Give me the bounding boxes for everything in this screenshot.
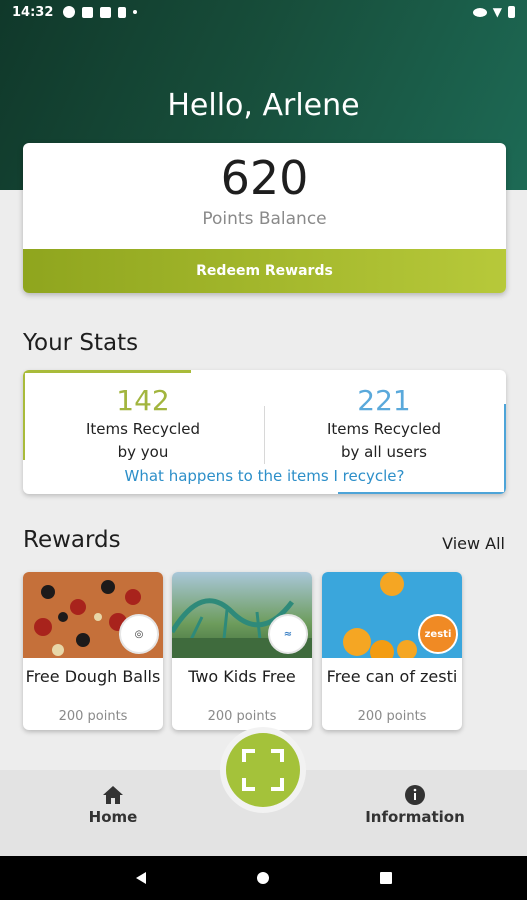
reward-points: 200 points bbox=[58, 709, 128, 724]
stat-label: Items Recycled bbox=[86, 420, 200, 438]
reward-card-dough-balls[interactable]: ◎ Free Dough Balls 200 points bbox=[23, 572, 163, 730]
theme-park-image: ≈ bbox=[172, 572, 312, 658]
home-icon bbox=[103, 786, 123, 804]
reward-title: Two Kids Free bbox=[188, 667, 296, 686]
recents-icon[interactable] bbox=[379, 871, 393, 885]
points-balance-card: 620 Points Balance Redeem Rewards bbox=[23, 143, 506, 293]
points-value: 620 bbox=[220, 151, 309, 205]
info-icon bbox=[405, 785, 425, 805]
rewards-section-title: Rewards bbox=[23, 527, 121, 553]
pizza-image: ◎ bbox=[23, 572, 163, 658]
reward-points: 200 points bbox=[357, 709, 427, 724]
nav-home[interactable]: Home bbox=[53, 782, 173, 826]
system-navigation-bar bbox=[0, 856, 527, 900]
nav-info-label: Information bbox=[365, 808, 465, 826]
battery-icon bbox=[508, 6, 515, 18]
stat-value: 221 bbox=[357, 384, 411, 417]
accessibility-icon bbox=[118, 6, 127, 18]
view-all-rewards-link[interactable]: View All bbox=[442, 534, 505, 553]
eye-icon bbox=[472, 7, 487, 17]
reward-title: Free Dough Balls bbox=[25, 667, 161, 686]
accent-line bbox=[23, 370, 191, 373]
notification-icon bbox=[63, 6, 76, 18]
home-circle-icon[interactable] bbox=[256, 871, 270, 885]
image-icon bbox=[82, 6, 94, 18]
recycle-info-link[interactable]: What happens to the items I recycle? bbox=[23, 467, 506, 485]
redeem-rewards-button[interactable]: Redeem Rewards bbox=[23, 249, 506, 293]
scan-frame-icon bbox=[242, 749, 284, 791]
more-dot-icon bbox=[133, 10, 138, 14]
back-icon[interactable] bbox=[134, 871, 148, 885]
orange-drink-image: zesti bbox=[322, 572, 462, 658]
greeting-title: Hello, Arlene bbox=[167, 88, 360, 123]
accent-line bbox=[338, 492, 506, 494]
mail-icon bbox=[100, 6, 112, 18]
nav-home-label: Home bbox=[88, 808, 138, 826]
brand-logo-icon: zesti bbox=[418, 614, 458, 654]
scan-button[interactable] bbox=[226, 733, 300, 807]
stats-section-title: Your Stats bbox=[23, 330, 139, 356]
nav-information[interactable]: Information bbox=[355, 782, 475, 826]
reward-title: Free can of zesti bbox=[326, 667, 458, 686]
wifi-icon: ▼ bbox=[492, 5, 502, 19]
brand-logo-icon: ≈ bbox=[268, 614, 308, 654]
stats-card: 142 Items Recycled by you 221 Items Recy… bbox=[23, 370, 506, 494]
stat-recycled-by-all: 221 Items Recycled by all users bbox=[264, 384, 504, 463]
stat-label: by you bbox=[117, 443, 169, 461]
brand-logo-icon: ◎ bbox=[119, 614, 159, 654]
stat-recycled-by-you: 142 Items Recycled by you bbox=[23, 384, 263, 463]
reward-card-two-kids-free[interactable]: ≈ Two Kids Free 200 points bbox=[172, 572, 312, 730]
points-label: Points Balance bbox=[202, 209, 327, 229]
reward-points: 200 points bbox=[207, 709, 277, 724]
stat-label: Items Recycled bbox=[327, 420, 441, 438]
reward-card-zesti[interactable]: zesti Free can of zesti 200 points bbox=[322, 572, 462, 730]
stat-value: 142 bbox=[116, 384, 170, 417]
scan-button-ring bbox=[220, 727, 306, 813]
stat-label: by all users bbox=[341, 443, 427, 461]
status-bar: 14:32 ▼ bbox=[0, 0, 527, 24]
status-time: 14:32 bbox=[12, 4, 54, 20]
